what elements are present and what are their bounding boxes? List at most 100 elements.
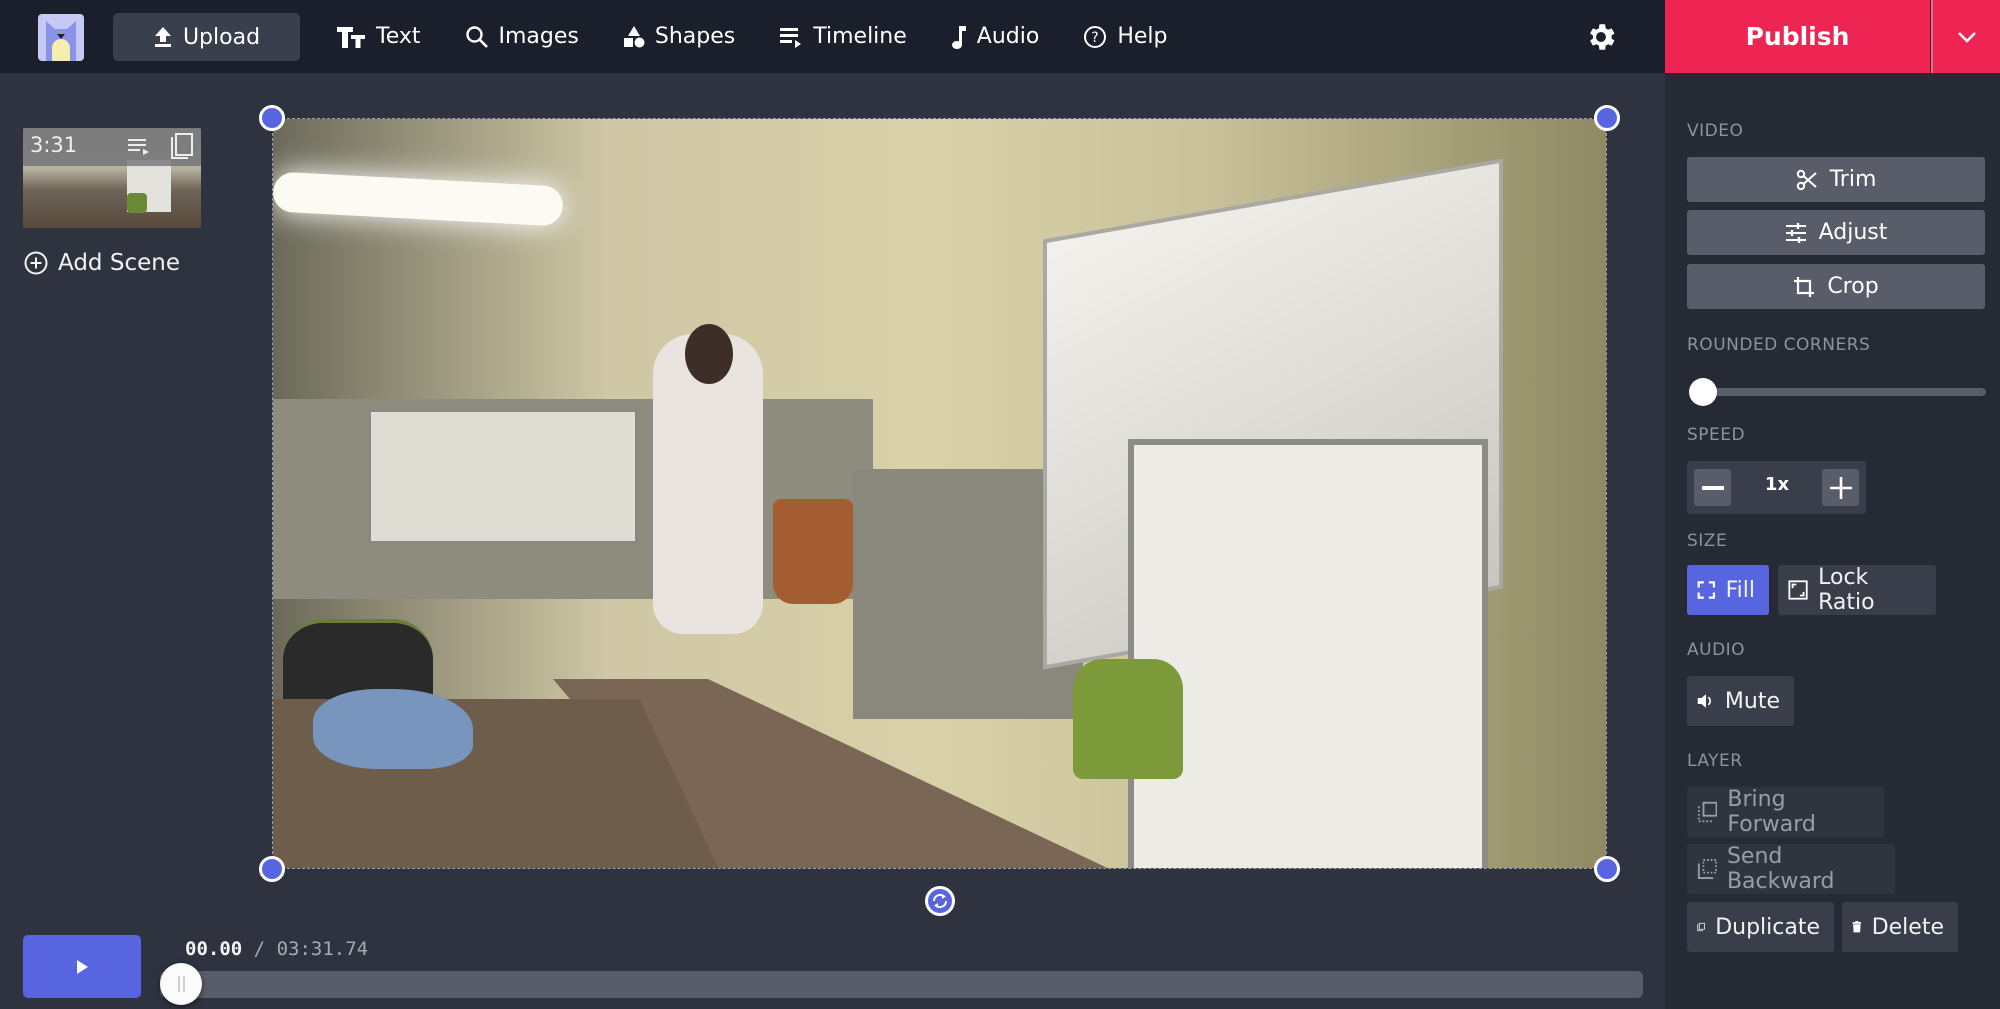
add-scene-label: Add Scene: [58, 250, 180, 276]
top-toolbar: Upload Text Images Shapes Timeline Audio…: [0, 0, 2000, 73]
size-label: SIZE: [1687, 531, 1728, 551]
publish-label: Publish: [1745, 22, 1850, 51]
video-green-chair: [1073, 659, 1183, 779]
time-separator: /: [253, 938, 266, 960]
current-time: 00.00: [185, 938, 243, 960]
rounded-corners-slider-thumb[interactable]: [1689, 378, 1717, 406]
speed-value: 1x: [1764, 474, 1790, 495]
timeline-icon: [780, 27, 802, 48]
plus-circle-icon: [24, 251, 48, 275]
send-backward-icon: [1697, 859, 1717, 879]
upload-button[interactable]: Upload: [113, 13, 300, 61]
rotate-icon: [932, 893, 948, 909]
speed-label: SPEED: [1687, 425, 1746, 445]
add-scene-button[interactable]: Add Scene: [24, 250, 180, 276]
crop-icon: [1794, 276, 1815, 297]
nav-images-label: Images: [498, 24, 579, 49]
nav-help[interactable]: ? Help: [1083, 0, 1167, 73]
send-backward-label: Send Backward: [1726, 844, 1835, 894]
video-jacket: [313, 689, 473, 769]
duplicate-button[interactable]: Duplicate: [1687, 902, 1834, 952]
mute-button[interactable]: Mute: [1687, 676, 1794, 726]
thumb-chair: [127, 193, 147, 213]
volume-icon: [1697, 694, 1712, 708]
scene-duration: 3:31: [30, 133, 78, 157]
total-time: 03:31.74: [276, 938, 369, 960]
speed-increase-button[interactable]: [1822, 469, 1859, 506]
bring-forward-label: Bring Forward: [1727, 787, 1816, 837]
upload-icon: [154, 27, 171, 47]
nav-timeline[interactable]: Timeline: [779, 0, 907, 73]
bring-forward-icon: [1697, 801, 1718, 823]
publish-button[interactable]: Publish: [1665, 0, 1930, 73]
text-icon: [337, 26, 365, 48]
rounded-corners-label: ROUNDED CORNERS: [1687, 335, 1871, 355]
resize-handle-top-left[interactable]: [259, 105, 285, 131]
rounded-corners-slider[interactable]: [1693, 388, 1986, 396]
main-nav: Text Images Shapes Timeline Audio ? Help: [336, 0, 1211, 73]
nav-shapes-label: Shapes: [654, 24, 736, 49]
adjust-button[interactable]: Adjust: [1687, 210, 1985, 255]
trash-icon: [1852, 921, 1862, 933]
scene-duplicate-icon[interactable]: [169, 132, 195, 162]
sliders-icon: [1785, 222, 1806, 243]
crop-button[interactable]: Crop: [1687, 264, 1985, 309]
plus-icon: [1829, 476, 1852, 499]
video-cubicle-board: [368, 409, 638, 544]
nav-audio[interactable]: Audio: [951, 0, 1039, 73]
shapes-icon: [623, 25, 645, 47]
fill-button[interactable]: Fill: [1687, 565, 1769, 615]
trim-label: Trim: [1829, 167, 1877, 192]
lock-ratio-button[interactable]: Lock Ratio: [1778, 565, 1936, 615]
nav-help-label: Help: [1117, 24, 1168, 49]
resize-handle-top-right[interactable]: [1594, 105, 1620, 131]
scene-thumbnail[interactable]: 3:31: [23, 128, 201, 228]
play-icon: [77, 959, 88, 974]
delete-button[interactable]: Delete: [1842, 902, 1958, 952]
timeline-scrubber[interactable]: [160, 971, 1643, 998]
upload-label: Upload: [182, 24, 261, 50]
cat-belly: [52, 39, 70, 61]
minus-icon: [1701, 485, 1724, 490]
adjust-label: Adjust: [1818, 220, 1888, 245]
video-section-label: VIDEO: [1687, 121, 1744, 141]
video-person-head: [685, 324, 733, 384]
resize-handle-bottom-left[interactable]: [259, 856, 285, 882]
search-icon: [465, 25, 488, 48]
music-note-icon: [951, 25, 966, 49]
video-bag: [773, 499, 853, 604]
scene-timeline-icon[interactable]: [127, 137, 151, 157]
nav-text[interactable]: Text: [336, 0, 421, 73]
play-button[interactable]: [23, 935, 141, 998]
scissors-icon: [1796, 169, 1817, 190]
timecode: 00.00 / 03:31.74: [185, 938, 368, 960]
copy-icon: [1697, 922, 1705, 932]
send-backward-button[interactable]: Send Backward: [1687, 844, 1895, 894]
kapwing-logo[interactable]: [38, 14, 84, 61]
nav-shapes[interactable]: Shapes: [623, 0, 735, 73]
publish-dropdown-button[interactable]: [1931, 0, 2000, 73]
speed-decrease-button[interactable]: [1694, 469, 1731, 506]
mute-label: Mute: [1724, 688, 1780, 714]
gear-icon[interactable]: [1584, 20, 1618, 54]
audio-label: AUDIO: [1687, 640, 1746, 660]
chevron-down-icon: [1957, 31, 1976, 43]
resize-handle-bottom-right[interactable]: [1594, 856, 1620, 882]
svg-text:?: ?: [1092, 30, 1099, 46]
aspect-ratio-icon: [1788, 580, 1808, 600]
cat-nose: [57, 34, 65, 39]
scrubber-handle[interactable]: [160, 963, 202, 1005]
fullscreen-icon: [1697, 581, 1716, 599]
nav-images[interactable]: Images: [465, 0, 579, 73]
delete-label: Delete: [1871, 914, 1944, 940]
layer-label: LAYER: [1687, 751, 1743, 771]
help-icon: ?: [1084, 25, 1107, 48]
crop-label: Crop: [1827, 274, 1879, 299]
bring-forward-button[interactable]: Bring Forward: [1687, 787, 1884, 837]
speed-stepper: 1x: [1687, 461, 1866, 514]
trim-button[interactable]: Trim: [1687, 157, 1985, 202]
duplicate-label: Duplicate: [1715, 914, 1820, 940]
rotate-handle[interactable]: [925, 886, 955, 916]
video-layer[interactable]: [272, 118, 1607, 869]
nav-timeline-label: Timeline: [813, 24, 907, 49]
